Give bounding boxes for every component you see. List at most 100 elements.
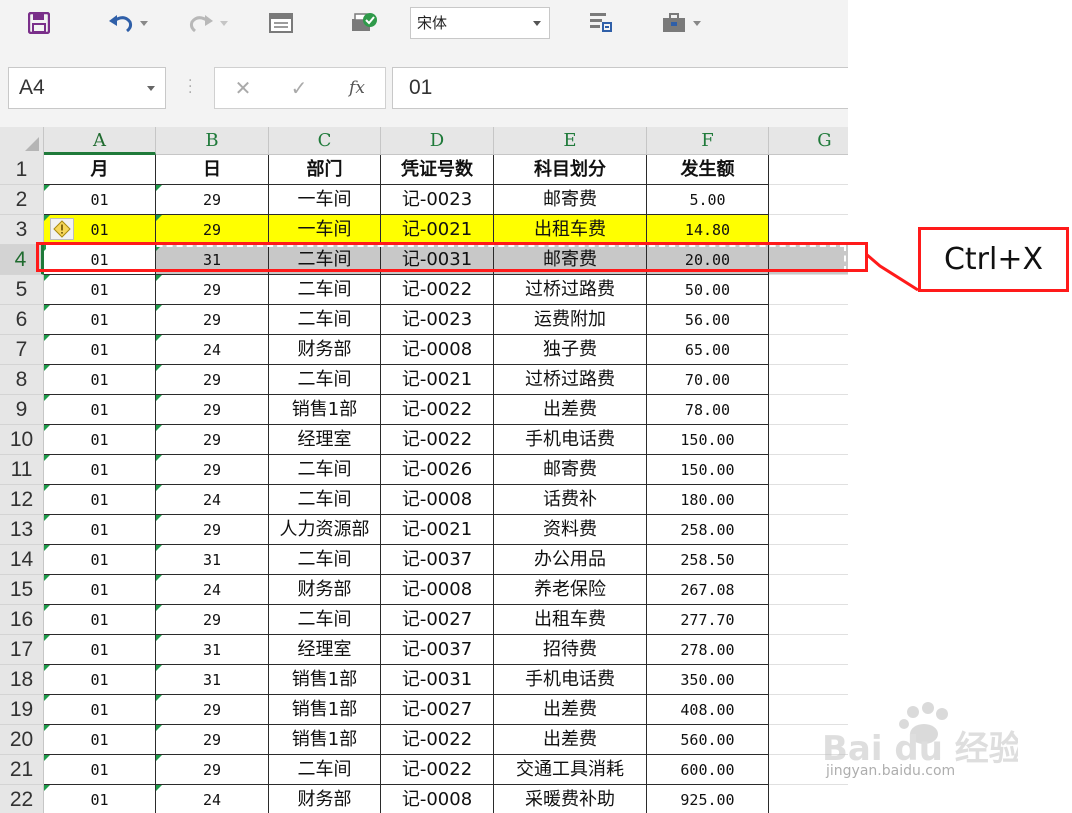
cell-b20[interactable]: 29 xyxy=(156,725,269,755)
cancel-icon[interactable]: ✕ xyxy=(223,68,263,108)
row-header-20[interactable]: 20 xyxy=(0,725,44,755)
cell-d9[interactable]: 记-0022 xyxy=(381,395,494,425)
cell-b7[interactable]: 24 xyxy=(156,335,269,365)
cell-f14[interactable]: 258.50 xyxy=(647,545,769,575)
cell-b22[interactable]: 24 xyxy=(156,785,269,813)
cell-g12[interactable] xyxy=(769,485,848,515)
chevron-down-icon[interactable] xyxy=(147,86,155,91)
cell-d14[interactable]: 记-0037 xyxy=(381,545,494,575)
cell-b15[interactable]: 24 xyxy=(156,575,269,605)
cell-e15[interactable]: 养老保险 xyxy=(494,575,647,605)
cell-a21[interactable]: 01 xyxy=(44,755,156,785)
cell-a20[interactable]: 01 xyxy=(44,725,156,755)
cell-d4[interactable]: 记-0031 xyxy=(381,245,494,275)
cell-e17[interactable]: 招待费 xyxy=(494,635,647,665)
cell-a14[interactable]: 01 xyxy=(44,545,156,575)
cell-b14[interactable]: 31 xyxy=(156,545,269,575)
cell-g6[interactable] xyxy=(769,305,848,335)
cell-a19[interactable]: 01 xyxy=(44,695,156,725)
cell-a8[interactable]: 01 xyxy=(44,365,156,395)
cell-e22[interactable]: 采暖费补助 xyxy=(494,785,647,813)
cell-g17[interactable] xyxy=(769,635,848,665)
cell-c14[interactable]: 二车间 xyxy=(269,545,381,575)
print-preview-button[interactable] xyxy=(266,9,296,37)
cell-b18[interactable]: 31 xyxy=(156,665,269,695)
row-header-17[interactable]: 17 xyxy=(0,635,44,665)
row-header-1[interactable]: 1 xyxy=(0,155,44,185)
cell-f8[interactable]: 70.00 xyxy=(647,365,769,395)
cell-e2[interactable]: 邮寄费 xyxy=(494,185,647,215)
cell-c19[interactable]: 销售1部 xyxy=(269,695,381,725)
column-header-b[interactable]: B xyxy=(156,127,269,155)
cell-c10[interactable]: 经理室 xyxy=(269,425,381,455)
cell-d11[interactable]: 记-0026 xyxy=(381,455,494,485)
cell-a10[interactable]: 01 xyxy=(44,425,156,455)
cell-b5[interactable]: 29 xyxy=(156,275,269,305)
cell-d20[interactable]: 记-0022 xyxy=(381,725,494,755)
cell-e6[interactable]: 运费附加 xyxy=(494,305,647,335)
cell-a16[interactable]: 01 xyxy=(44,605,156,635)
row-header-4[interactable]: 4 xyxy=(0,245,44,275)
cell-g3[interactable] xyxy=(769,215,848,245)
cell-c21[interactable]: 二车间 xyxy=(269,755,381,785)
cell-g14[interactable] xyxy=(769,545,848,575)
cell-b11[interactable]: 29 xyxy=(156,455,269,485)
cell-a2[interactable]: 01 xyxy=(44,185,156,215)
cell-d21[interactable]: 记-0022 xyxy=(381,755,494,785)
cell-a13[interactable]: 01 xyxy=(44,515,156,545)
cell-e3[interactable]: 出租车费 xyxy=(494,215,647,245)
cell-c18[interactable]: 销售1部 xyxy=(269,665,381,695)
row-header-19[interactable]: 19 xyxy=(0,695,44,725)
cell-d22[interactable]: 记-0008 xyxy=(381,785,494,813)
cell-g15[interactable] xyxy=(769,575,848,605)
row-header-3[interactable]: 3 xyxy=(0,215,44,245)
cell-g5[interactable] xyxy=(769,275,848,305)
redo-dropdown-icon[interactable] xyxy=(220,20,228,26)
cell-f4[interactable]: 20.00 xyxy=(647,245,769,275)
row-header-9[interactable]: 9 xyxy=(0,395,44,425)
cell-a7[interactable]: 01 xyxy=(44,335,156,365)
cell-f10[interactable]: 150.00 xyxy=(647,425,769,455)
cell-e18[interactable]: 手机电话费 xyxy=(494,665,647,695)
cell-c16[interactable]: 二车间 xyxy=(269,605,381,635)
row-header-18[interactable]: 18 xyxy=(0,665,44,695)
name-box[interactable]: A4 xyxy=(8,67,166,109)
cell-a9[interactable]: 01 xyxy=(44,395,156,425)
cell-b16[interactable]: 29 xyxy=(156,605,269,635)
cell-d17[interactable]: 记-0037 xyxy=(381,635,494,665)
cell-f21[interactable]: 600.00 xyxy=(647,755,769,785)
row-header-8[interactable]: 8 xyxy=(0,365,44,395)
cell-g13[interactable] xyxy=(769,515,848,545)
confirm-icon[interactable]: ✓ xyxy=(279,68,319,108)
cell-f1[interactable]: 发生额 xyxy=(647,155,769,185)
cell-c6[interactable]: 二车间 xyxy=(269,305,381,335)
cell-f13[interactable]: 258.00 xyxy=(647,515,769,545)
cell-a22[interactable]: 01 xyxy=(44,785,156,813)
cell-e21[interactable]: 交通工具消耗 xyxy=(494,755,647,785)
row-header-15[interactable]: 15 xyxy=(0,575,44,605)
insert-function-icon[interactable]: fx xyxy=(337,68,377,108)
cell-a18[interactable]: 01 xyxy=(44,665,156,695)
cell-f16[interactable]: 277.70 xyxy=(647,605,769,635)
cell-g4[interactable] xyxy=(769,245,848,275)
cell-e16[interactable]: 出租车费 xyxy=(494,605,647,635)
cell-d16[interactable]: 记-0027 xyxy=(381,605,494,635)
cell-b1[interactable]: 日 xyxy=(156,155,269,185)
font-name-select[interactable]: 宋体 xyxy=(410,7,550,39)
cell-d13[interactable]: 记-0021 xyxy=(381,515,494,545)
cell-g19[interactable] xyxy=(769,695,848,725)
cell-d19[interactable]: 记-0027 xyxy=(381,695,494,725)
cell-a12[interactable]: 01 xyxy=(44,485,156,515)
cell-f15[interactable]: 267.08 xyxy=(647,575,769,605)
cell-f18[interactable]: 350.00 xyxy=(647,665,769,695)
cell-d12[interactable]: 记-0008 xyxy=(381,485,494,515)
row-header-10[interactable]: 10 xyxy=(0,425,44,455)
row-header-5[interactable]: 5 xyxy=(0,275,44,305)
select-all-button[interactable] xyxy=(0,127,44,155)
cell-g1[interactable] xyxy=(769,155,848,185)
row-header-22[interactable]: 22 xyxy=(0,785,44,813)
column-header-d[interactable]: D xyxy=(381,127,494,155)
formula-input[interactable]: 01 xyxy=(392,67,848,109)
cell-d5[interactable]: 记-0022 xyxy=(381,275,494,305)
cell-c9[interactable]: 销售1部 xyxy=(269,395,381,425)
